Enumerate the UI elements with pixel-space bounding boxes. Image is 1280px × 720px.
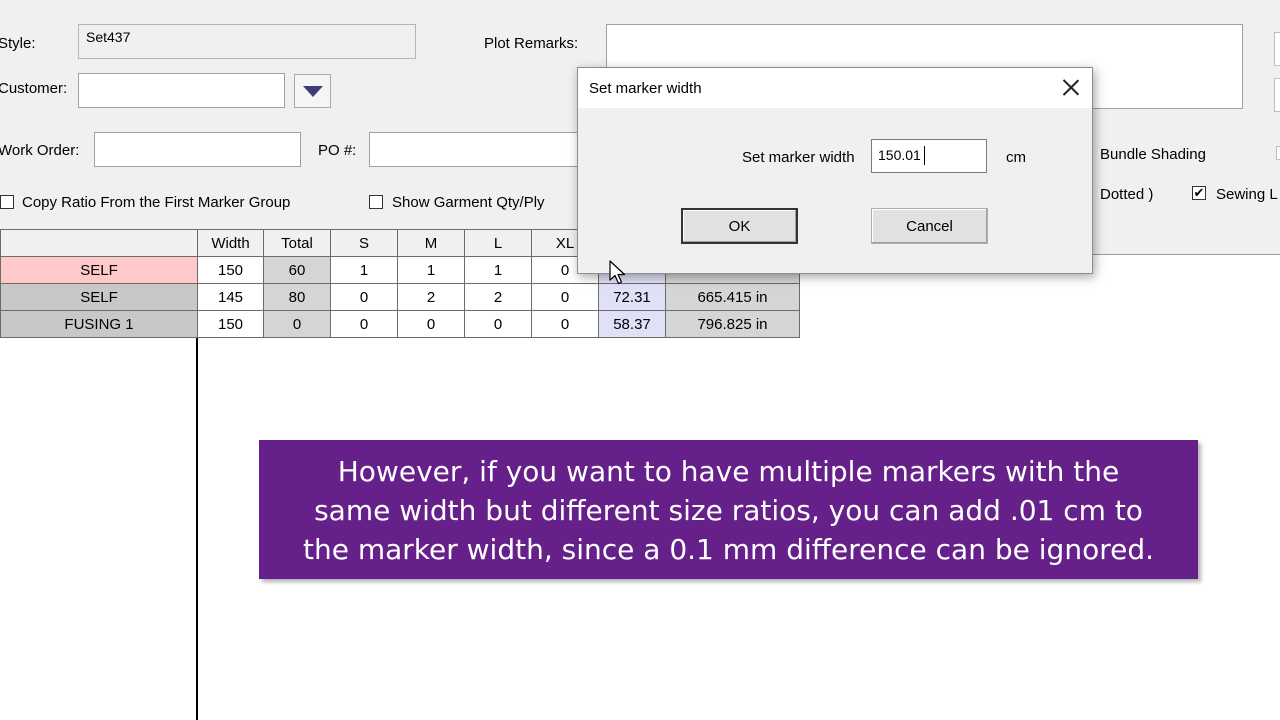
sewing-checkbox[interactable]: ✔ — [1192, 186, 1206, 200]
sewing-label: Sewing L — [1216, 186, 1278, 203]
copy-ratio-checkbox[interactable] — [0, 195, 14, 209]
row-name[interactable]: SELF — [0, 283, 198, 311]
row-m[interactable]: 0 — [397, 310, 465, 338]
header-s[interactable]: S — [330, 229, 398, 257]
ok-button[interactable]: OK — [681, 208, 798, 244]
row-name[interactable]: SELF — [0, 256, 198, 284]
row-perimeter: 796.825 in — [665, 310, 800, 338]
row-width[interactable]: 145 — [197, 283, 264, 311]
dialog-titlebar[interactable]: Set marker width — [578, 68, 1092, 108]
close-icon[interactable] — [1062, 78, 1080, 96]
row-width[interactable]: 150 — [197, 256, 264, 284]
customer-field[interactable] — [78, 73, 285, 108]
scroll-stub-top — [1274, 32, 1280, 66]
table-row[interactable]: FUSING 1 150 0 0 0 0 0 58.37 796.825 in — [0, 310, 800, 338]
dialog-title: Set marker width — [589, 80, 702, 97]
row-total: 0 — [263, 310, 331, 338]
row-m[interactable]: 1 — [397, 256, 465, 284]
customer-label: Customer: — [0, 80, 68, 97]
copy-ratio-label: Copy Ratio From the First Marker Group — [22, 194, 291, 211]
row-length: 72.31 — [598, 283, 666, 311]
row-l[interactable]: 2 — [464, 283, 532, 311]
caption-line: the marker width, since a 0.1 mm differe… — [303, 533, 1154, 566]
work-order-label: Work Order: — [0, 142, 80, 159]
caption-line: However, if you want to have multiple ma… — [337, 455, 1120, 488]
row-s[interactable]: 0 — [330, 310, 398, 338]
header-total[interactable]: Total — [263, 229, 331, 257]
table-row[interactable]: SELF 145 80 0 2 2 0 72.31 665.415 in — [0, 283, 800, 311]
row-length: 58.37 — [598, 310, 666, 338]
row-l[interactable]: 0 — [464, 310, 532, 338]
marker-width-value: 150.01 — [878, 147, 921, 163]
tutorial-caption: However, if you want to have multiple ma… — [259, 440, 1198, 579]
marker-width-input[interactable]: 150.01 — [871, 139, 987, 173]
row-name[interactable]: FUSING 1 — [0, 310, 198, 338]
plot-remarks-label: Plot Remarks: — [484, 35, 579, 52]
style-value: Set437 — [86, 29, 131, 45]
show-qty-label: Show Garment Qty/Ply — [392, 194, 545, 211]
row-perimeter: 665.415 in — [665, 283, 800, 311]
cancel-button[interactable]: Cancel — [871, 208, 988, 244]
unit-label: cm — [1006, 149, 1026, 166]
row-s[interactable]: 0 — [330, 283, 398, 311]
header-name — [0, 229, 198, 257]
header-width[interactable]: Width — [197, 229, 264, 257]
work-order-field[interactable] — [94, 132, 301, 167]
style-label: Style: — [0, 35, 36, 52]
show-qty-checkbox[interactable] — [369, 195, 383, 209]
header-m[interactable]: M — [397, 229, 465, 257]
row-l[interactable]: 1 — [464, 256, 532, 284]
row-m[interactable]: 2 — [397, 283, 465, 311]
text-cursor — [924, 146, 925, 165]
chevron-down-icon — [302, 85, 323, 97]
po-field[interactable] — [369, 132, 581, 167]
row-xl[interactable]: 0 — [531, 283, 599, 311]
row-total: 60 — [263, 256, 331, 284]
scroll-stub-middle — [1274, 78, 1280, 112]
scroll-stub-bottom — [1276, 146, 1280, 160]
customer-dropdown-button[interactable] — [294, 74, 331, 108]
po-label: PO #: — [318, 142, 357, 159]
row-width[interactable]: 150 — [197, 310, 264, 338]
set-marker-width-dialog: Set marker width Set marker width 150.01… — [577, 67, 1093, 274]
bundle-shading-label: Bundle Shading — [1100, 146, 1206, 163]
header-l[interactable]: L — [464, 229, 532, 257]
mouse-pointer-icon — [609, 260, 626, 285]
dotted-label: Dotted ) — [1100, 186, 1154, 203]
row-total: 80 — [263, 283, 331, 311]
caption-line: same width but different size ratios, yo… — [314, 494, 1143, 527]
row-xl[interactable]: 0 — [531, 310, 599, 338]
row-s[interactable]: 1 — [330, 256, 398, 284]
style-field[interactable]: Set437 — [78, 24, 416, 59]
marker-width-label: Set marker width — [742, 149, 855, 166]
